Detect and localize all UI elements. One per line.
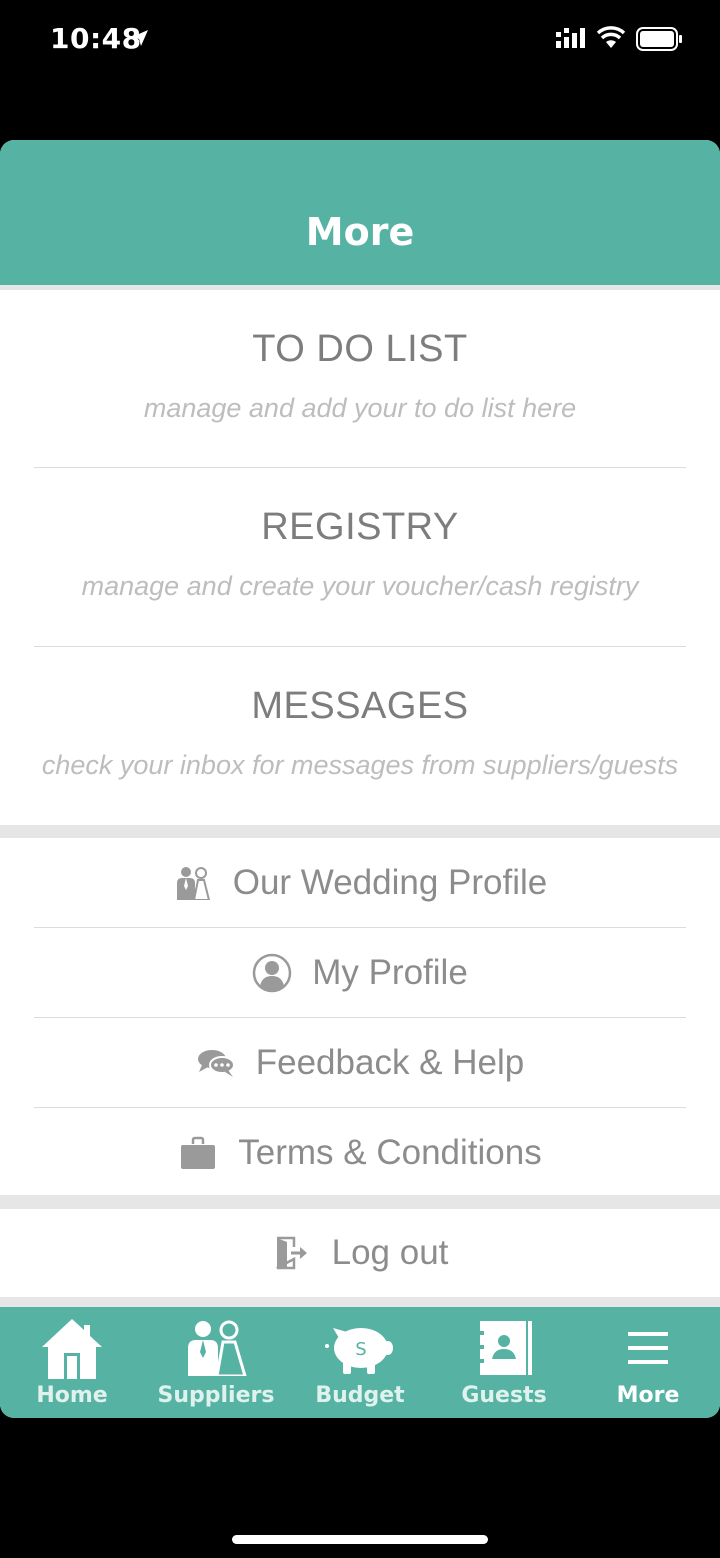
- feedback-help-label: Feedback & Help: [255, 1043, 525, 1082]
- tab-guests-label: Guests: [461, 1383, 547, 1408]
- page-title: More: [305, 210, 415, 254]
- home-indicator: [232, 1535, 488, 1544]
- messages-subtitle: check your inbox for messages from suppl…: [41, 750, 679, 780]
- home-icon: [0, 1317, 144, 1379]
- tab-budget-label: Budget: [315, 1383, 405, 1408]
- chat-icon: [196, 1043, 236, 1083]
- status-bar: 10:48: [0, 0, 720, 80]
- tab-home-label: Home: [36, 1383, 108, 1408]
- messages-item[interactable]: MESSAGES check your inbox for messages f…: [0, 647, 720, 825]
- todo-list-item[interactable]: TO DO LIST manage and add your to do lis…: [0, 290, 720, 468]
- our-wedding-profile-label: Our Wedding Profile: [232, 863, 548, 902]
- wifi-icon: [596, 26, 626, 48]
- todo-list-subtitle: manage and add your to do list here: [143, 393, 577, 423]
- address-book-icon: [432, 1317, 576, 1379]
- terms-conditions-item[interactable]: Terms & Conditions: [0, 1108, 720, 1198]
- logout-section: Log out: [0, 1209, 720, 1297]
- cellular-signal-icon: [556, 28, 585, 48]
- profile-links: Our Wedding Profile My Profile Feedback …: [0, 838, 720, 1195]
- couple-icon: [173, 863, 213, 903]
- feedback-help-item[interactable]: Feedback & Help: [0, 1018, 720, 1108]
- terms-conditions-label: Terms & Conditions: [238, 1133, 542, 1172]
- tab-more[interactable]: More: [576, 1307, 720, 1418]
- logout-icon: [272, 1233, 312, 1273]
- tab-budget[interactable]: S Budget: [288, 1307, 432, 1418]
- our-wedding-profile-item[interactable]: Our Wedding Profile: [0, 838, 720, 928]
- main-sections: TO DO LIST manage and add your to do lis…: [0, 290, 720, 825]
- app-screen: More TO DO LIST manage and add your to d…: [0, 140, 720, 1418]
- tab-suppliers[interactable]: Suppliers: [144, 1307, 288, 1418]
- my-profile-label: My Profile: [312, 953, 468, 992]
- piggy-bank-icon: S: [288, 1317, 432, 1379]
- tab-home[interactable]: Home: [0, 1307, 144, 1418]
- registry-title: REGISTRY: [261, 506, 459, 548]
- tab-more-label: More: [616, 1383, 680, 1408]
- registry-item[interactable]: REGISTRY manage and create your voucher/…: [0, 468, 720, 646]
- battery-icon: [636, 27, 682, 51]
- tab-bar: Home Suppliers S Budget Guests More: [0, 1307, 720, 1418]
- tab-guests[interactable]: Guests: [432, 1307, 576, 1418]
- logout-label: Log out: [331, 1233, 449, 1272]
- menu-icon: [576, 1317, 720, 1379]
- tab-suppliers-label: Suppliers: [157, 1383, 275, 1408]
- status-time: 10:48: [50, 22, 142, 55]
- messages-title: MESSAGES: [251, 685, 469, 727]
- logout-item[interactable]: Log out: [0, 1209, 720, 1297]
- briefcase-icon: [178, 1133, 218, 1173]
- location-arrow-icon: [132, 30, 148, 46]
- nav-header: More: [0, 140, 720, 285]
- todo-list-title: TO DO LIST: [252, 328, 468, 370]
- registry-subtitle: manage and create your voucher/cash regi…: [81, 571, 639, 601]
- my-profile-item[interactable]: My Profile: [0, 928, 720, 1018]
- user-icon: [252, 953, 292, 993]
- couple-icon: [144, 1317, 288, 1379]
- svg-text:S: S: [355, 1339, 366, 1360]
